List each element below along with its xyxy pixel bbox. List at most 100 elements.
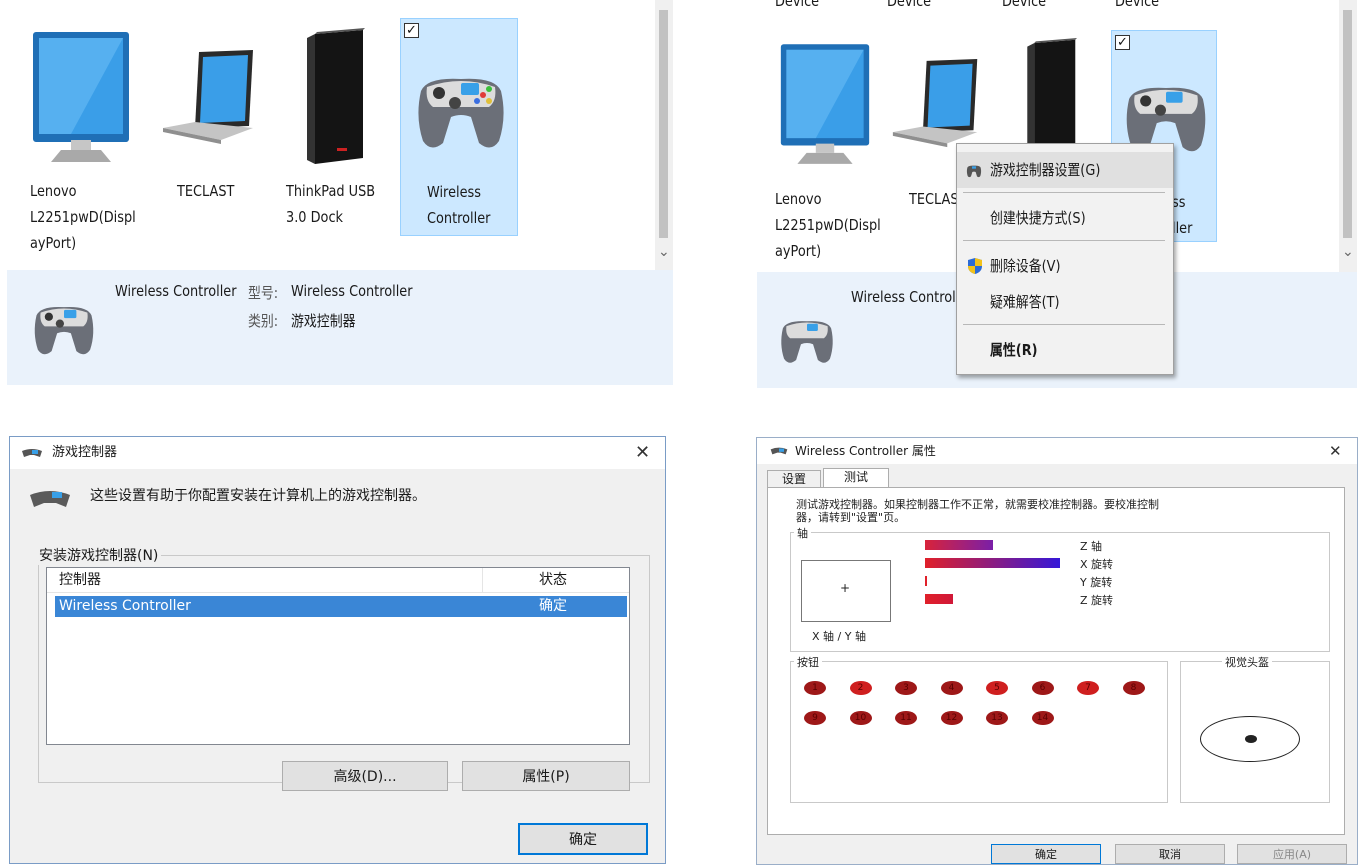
device-top-label: Device <box>1002 0 1047 10</box>
gamepad-small-icon <box>966 165 982 178</box>
dock-icon <box>1027 38 1077 155</box>
device-top-label: Device <box>887 0 932 10</box>
gamepad-icon <box>34 306 94 355</box>
menu-item-label: 游戏控制器设置(G) <box>990 161 1101 179</box>
test-tab-panel: 测试游戏控制器。如果控制器工作不正常，就需要校准控制器。要校准控制 器，请转到"… <box>767 487 1345 835</box>
selection-checkbox[interactable]: ✓ <box>404 23 419 38</box>
context-menu: 游戏控制器设置(G) 创建快捷方式(S) 删除设备(V) 疑难解答(T) 属性(… <box>956 143 1174 375</box>
dock-icon <box>307 28 365 164</box>
menu-item-properties[interactable]: 属性(R) <box>957 332 1173 368</box>
ok-button[interactable]: 确定 <box>518 823 648 855</box>
device-top-label: Device <box>1115 0 1160 10</box>
menu-separator <box>963 324 1165 325</box>
column-divider <box>482 568 483 592</box>
device-label-line1: ThinkPad USB <box>286 182 376 200</box>
group-label: 视觉头盔 <box>1222 654 1272 670</box>
tab-test[interactable]: 测试 <box>823 468 889 488</box>
vertical-scrollbar[interactable]: ⌄ <box>1339 0 1357 272</box>
menu-item-create-shortcut[interactable]: 创建快捷方式(S) <box>957 200 1173 236</box>
device-monitor[interactable]: Lenovo L2251pwD(Displ ayPort) <box>21 18 151 258</box>
close-icon[interactable]: ✕ <box>635 437 650 469</box>
device-top-label: Device <box>775 0 820 10</box>
device-label-line2: L2251pwD(Displ <box>30 208 136 226</box>
apply-button[interactable]: 应用(A) <box>1237 844 1347 864</box>
scrollbar-thumb[interactable] <box>659 10 668 238</box>
controller-button-indicator: 6 <box>1031 681 1054 695</box>
column-header-controller[interactable]: 控制器 <box>59 568 101 593</box>
details-category-value: 游戏控制器 <box>291 312 356 330</box>
device-label-line2: L2251pwD(Displ <box>775 216 881 234</box>
game-controllers-dialog: 游戏控制器 ✕ 这些设置有助于你配置安装在计算机上的游戏控制器。 安装游戏控制器… <box>9 436 666 864</box>
dialog-description: 这些设置有助于你配置安装在计算机上的游戏控制器。 <box>90 488 426 504</box>
axis-bar <box>925 540 993 550</box>
ok-button[interactable]: 确定 <box>991 844 1101 864</box>
device-dock[interactable]: ThinkPad USB 3.0 Dock <box>277 18 397 258</box>
group-label: 安装游戏控制器(N) <box>36 545 162 565</box>
buttons-group <box>790 661 1168 803</box>
axis-label: X 旋转 <box>1080 558 1114 571</box>
controller-button-indicator: 7 <box>1077 681 1099 695</box>
gamepad-small-icon <box>770 447 788 455</box>
menu-item-label: 删除设备(V) <box>990 257 1061 275</box>
menu-separator <box>963 240 1165 241</box>
controller-button-indicator: 13 <box>986 711 1008 725</box>
controller-button-indicator: 8 <box>1122 681 1145 695</box>
title-bar: 游戏控制器 ✕ <box>10 437 665 469</box>
axis-label: Z 旋转 <box>1080 594 1114 607</box>
controller-button-indicator: 12 <box>940 711 963 725</box>
controller-button-indicator: 3 <box>895 681 917 695</box>
menu-separator <box>963 192 1165 193</box>
menu-item-label: 创建快捷方式(S) <box>990 209 1086 227</box>
device-label-line3: ayPort) <box>775 242 822 260</box>
title-bar: Wireless Controller 属性 ✕ <box>757 438 1357 464</box>
gamepad-icon <box>30 491 70 507</box>
menu-item-label: 属性(R) <box>990 341 1038 359</box>
column-header-status[interactable]: 状态 <box>539 568 567 593</box>
properties-button[interactable]: 属性(P) <box>462 761 630 791</box>
details-device-name: Wireless Controll <box>851 288 960 306</box>
devices-panel-1: Lenovo L2251pwD(Displ ayPort) TECLAST Th… <box>7 0 675 385</box>
controller-button-indicator: 14 <box>1031 711 1054 725</box>
device-label-line1: Lenovo <box>30 182 77 200</box>
table-row[interactable]: Wireless Controller 确定 <box>55 596 627 617</box>
menu-item-troubleshoot[interactable]: 疑难解答(T) <box>957 284 1173 320</box>
crosshair-icon: + <box>840 581 851 595</box>
list-header: 控制器 状态 <box>47 568 629 593</box>
controllers-list[interactable]: 控制器 状态 Wireless Controller 确定 <box>46 567 630 745</box>
xy-axis-label: X 轴 / Y 轴 <box>812 630 866 643</box>
test-instructions: 器，请转到"设置"页。 <box>796 511 906 524</box>
details-device-name: Wireless Controller <box>115 282 237 300</box>
row-status: 确定 <box>539 598 567 614</box>
devices-panel-2: Device Device Device Device Lenovo L2251… <box>757 0 1359 388</box>
device-label-partial: ller <box>1172 219 1193 237</box>
controller-button-indicator: 4 <box>940 681 963 695</box>
device-label-line1: Wireless <box>427 183 481 201</box>
gamepad-small-icon <box>22 449 42 457</box>
device-label: TECLAST <box>177 182 235 200</box>
close-icon[interactable]: ✕ <box>1329 438 1342 464</box>
device-label-line3: ayPort) <box>30 234 77 252</box>
scroll-down-arrow[interactable]: ⌄ <box>1342 244 1354 260</box>
cancel-button[interactable]: 取消 <box>1115 844 1225 864</box>
scroll-down-arrow[interactable]: ⌄ <box>658 244 670 260</box>
menu-item-remove-device[interactable]: 删除设备(V) <box>957 248 1173 284</box>
tab-settings[interactable]: 设置 <box>767 470 821 488</box>
controller-button-indicator: 5 <box>986 681 1008 695</box>
device-controller-selected[interactable]: ✓ Wireless Controller <box>400 18 518 236</box>
axis-bar <box>925 558 1060 568</box>
gamepad-icon <box>418 78 504 148</box>
dialog-title: 游戏控制器 <box>52 445 118 460</box>
advanced-button[interactable]: 高级(D)... <box>282 761 448 791</box>
device-monitor[interactable]: Lenovo L2251pwD(Displ ayPort) <box>771 30 891 270</box>
group-label: 轴 <box>794 525 811 541</box>
group-label: 按钮 <box>794 654 822 670</box>
monitor-icon <box>33 32 129 162</box>
vertical-scrollbar[interactable]: ⌄ <box>655 0 673 270</box>
menu-item-controller-settings[interactable]: 游戏控制器设置(G) <box>957 152 1173 188</box>
selection-checkbox[interactable]: ✓ <box>1115 35 1130 50</box>
details-model-key: 型号: <box>248 284 279 302</box>
device-laptop[interactable]: TECLAST <box>157 18 267 258</box>
scrollbar-thumb[interactable] <box>1343 10 1352 238</box>
xy-axis-box: + <box>801 560 891 622</box>
device-label-line1: Lenovo <box>775 190 822 208</box>
